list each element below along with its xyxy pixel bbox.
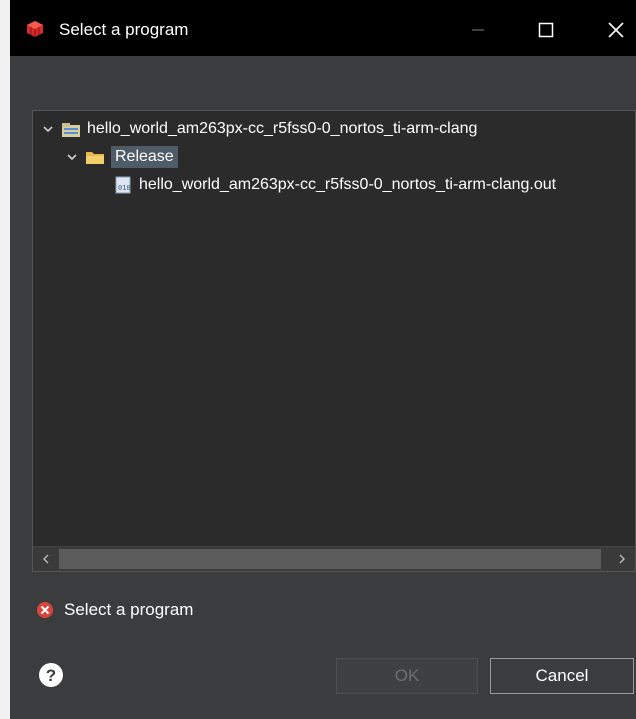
- program-tree[interactable]: hello_world_am263px-cc_r5fss0-0_nortos_t…: [32, 110, 636, 572]
- scroll-left-button[interactable]: [35, 549, 57, 569]
- close-button[interactable]: [588, 10, 636, 50]
- error-icon: [37, 602, 53, 618]
- minimize-icon: [472, 29, 484, 31]
- select-program-dialog: Select a program hello_world_am263px-cc_…: [0, 0, 636, 719]
- project-folder-icon: [62, 123, 80, 137]
- close-icon: [608, 22, 624, 38]
- tree-item-label: Release: [111, 146, 178, 168]
- svg-text:?: ?: [46, 666, 56, 685]
- folder-icon: [86, 152, 104, 164]
- tree-item-label: hello_world_am263px-cc_r5fss0-0_nortos_t…: [139, 176, 557, 193]
- tree-item-release-folder[interactable]: Release: [65, 145, 178, 169]
- dialog-title: Select a program: [59, 20, 189, 39]
- chevron-down-icon[interactable]: [41, 122, 55, 136]
- horizontal-scrollbar[interactable]: [33, 546, 635, 571]
- window-edge: [0, 0, 10, 719]
- svg-text:010: 010: [118, 184, 131, 192]
- title-bar[interactable]: Select a program: [10, 0, 636, 56]
- scrollbar-thumb[interactable]: [59, 549, 601, 569]
- maximize-icon: [538, 22, 554, 38]
- chevron-down-icon[interactable]: [65, 150, 79, 164]
- status-message: Select a program: [36, 600, 193, 620]
- minimize-button[interactable]: [450, 10, 506, 50]
- binary-file-icon: 010: [115, 176, 131, 194]
- chevron-left-icon: [43, 554, 49, 564]
- chevron-right-icon: [619, 554, 625, 564]
- tree-item-label: hello_world_am263px-cc_r5fss0-0_nortos_t…: [87, 120, 478, 137]
- help-icon[interactable]: ?: [38, 662, 64, 688]
- scroll-right-button[interactable]: [611, 549, 633, 569]
- cancel-button[interactable]: Cancel: [490, 658, 634, 694]
- ok-button[interactable]: OK: [336, 658, 478, 694]
- tree-item-out-file[interactable]: 010 hello_world_am263px-cc_r5fss0-0_nort…: [113, 173, 556, 197]
- status-text: Select a program: [64, 600, 194, 619]
- maximize-button[interactable]: [518, 10, 574, 50]
- app-cube-icon: [27, 21, 43, 37]
- tree-item-project[interactable]: hello_world_am263px-cc_r5fss0-0_nortos_t…: [41, 117, 477, 141]
